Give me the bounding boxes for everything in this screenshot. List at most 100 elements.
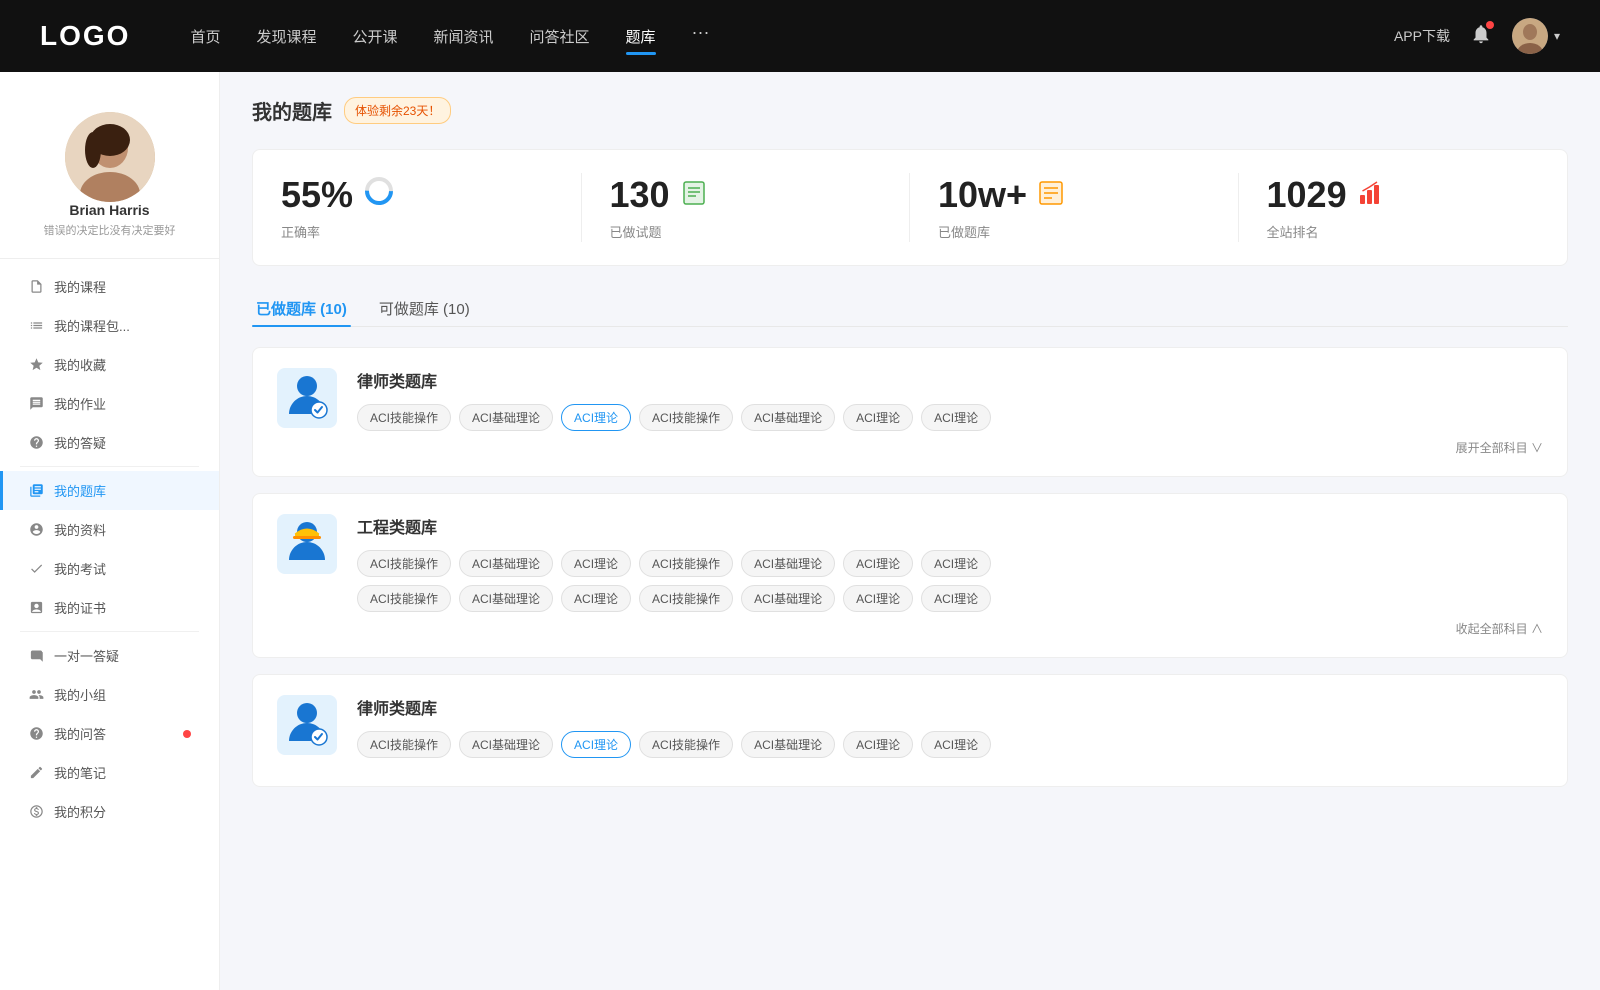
nav-more[interactable]: ··· bbox=[692, 22, 710, 51]
stats-row: 55% 正确率 130 bbox=[252, 149, 1568, 266]
sidebar-item-profile[interactable]: 我的资料 bbox=[0, 510, 219, 549]
sidebar-profile: Brian Harris 错误的决定比没有决定要好 bbox=[0, 96, 219, 259]
notification-dot bbox=[1486, 21, 1494, 29]
stat-rank-label: 全站排名 bbox=[1267, 222, 1540, 241]
nav-qa[interactable]: 问答社区 bbox=[530, 22, 590, 51]
tag-1-1[interactable]: ACI基础理论 bbox=[459, 404, 553, 431]
homework-icon bbox=[28, 396, 44, 412]
tag-3-5[interactable]: ACI理论 bbox=[843, 731, 913, 758]
stat-done-banks: 10w+ 已做题库 bbox=[910, 150, 1239, 265]
user-avatar-area[interactable]: ▾ bbox=[1512, 18, 1560, 54]
rank-chart-icon bbox=[1357, 174, 1385, 216]
sidebar-username: Brian Harris bbox=[69, 202, 149, 218]
tags-row-2a: ACI技能操作 ACI基础理论 ACI理论 ACI技能操作 ACI基础理论 AC… bbox=[357, 550, 1543, 577]
stat-done-questions-label: 已做试题 bbox=[610, 222, 883, 241]
sidebar-item-group[interactable]: 我的小组 bbox=[0, 675, 219, 714]
tag-2-5[interactable]: ACI理论 bbox=[843, 550, 913, 577]
stat-accuracy: 55% 正确率 bbox=[253, 150, 582, 265]
qbank-title-3: 律师类题库 bbox=[357, 695, 1543, 719]
tag-2b-3[interactable]: ACI技能操作 bbox=[639, 585, 733, 612]
tag-1-3[interactable]: ACI技能操作 bbox=[639, 404, 733, 431]
sidebar-menu: 我的课程 我的课程包... 我的收藏 我的作业 bbox=[0, 259, 219, 839]
points-icon bbox=[28, 804, 44, 820]
app-download-btn[interactable]: APP下载 bbox=[1394, 26, 1450, 46]
nav-discover[interactable]: 发现课程 bbox=[256, 22, 316, 51]
sidebar: Brian Harris 错误的决定比没有决定要好 我的课程 我的课程包... bbox=[0, 72, 220, 990]
question-circle-icon bbox=[28, 435, 44, 451]
bank-list-icon bbox=[1037, 174, 1065, 216]
nav-open-course[interactable]: 公开课 bbox=[352, 22, 397, 51]
page-title: 我的题库 bbox=[252, 96, 332, 125]
notification-bell[interactable] bbox=[1470, 23, 1492, 50]
sidebar-item-one-on-one[interactable]: 一对一答疑 bbox=[0, 636, 219, 675]
tag-3-2[interactable]: ACI理论 bbox=[561, 731, 631, 758]
logo[interactable]: LOGO bbox=[40, 20, 130, 52]
sidebar-item-course-packages[interactable]: 我的课程包... bbox=[0, 306, 219, 345]
tag-3-6[interactable]: ACI理论 bbox=[921, 731, 991, 758]
sidebar-item-notes[interactable]: 我的笔记 bbox=[0, 753, 219, 792]
tag-2-0[interactable]: ACI技能操作 bbox=[357, 550, 451, 577]
collapse-link-2[interactable]: 收起全部科目 ∧ bbox=[357, 620, 1543, 637]
pie-chart-icon bbox=[363, 174, 395, 216]
stat-rank-number: 1029 bbox=[1267, 174, 1540, 216]
tab-available-banks[interactable]: 可做题库 (10) bbox=[375, 290, 474, 327]
qa-notification-dot bbox=[183, 730, 191, 738]
tag-2-3[interactable]: ACI技能操作 bbox=[639, 550, 733, 577]
tag-2b-0[interactable]: ACI技能操作 bbox=[357, 585, 451, 612]
sidebar-item-courses[interactable]: 我的课程 bbox=[0, 267, 219, 306]
qbank-icon-engineer bbox=[277, 514, 337, 574]
tag-1-0[interactable]: ACI技能操作 bbox=[357, 404, 451, 431]
expand-link-1[interactable]: 展开全部科目 ∨ bbox=[357, 439, 1543, 456]
header: LOGO 首页 发现课程 公开课 新闻资讯 问答社区 题库 ··· APP下载 … bbox=[0, 0, 1600, 72]
tag-3-3[interactable]: ACI技能操作 bbox=[639, 731, 733, 758]
sidebar-item-my-questions[interactable]: 我的问答 bbox=[0, 714, 219, 753]
tag-2b-6[interactable]: ACI理论 bbox=[921, 585, 991, 612]
tag-1-4[interactable]: ACI基础理论 bbox=[741, 404, 835, 431]
tag-2b-1[interactable]: ACI基础理论 bbox=[459, 585, 553, 612]
stat-rank: 1029 全站排名 bbox=[1239, 150, 1568, 265]
stat-accuracy-label: 正确率 bbox=[281, 222, 554, 241]
sidebar-avatar bbox=[65, 112, 155, 202]
exam-icon bbox=[28, 561, 44, 577]
cert-icon bbox=[28, 600, 44, 616]
sidebar-item-favorites[interactable]: 我的收藏 bbox=[0, 345, 219, 384]
tag-1-2[interactable]: ACI理论 bbox=[561, 404, 631, 431]
sidebar-item-homework[interactable]: 我的作业 bbox=[0, 384, 219, 423]
profile-icon bbox=[28, 522, 44, 538]
tag-2b-4[interactable]: ACI基础理论 bbox=[741, 585, 835, 612]
tag-3-1[interactable]: ACI基础理论 bbox=[459, 731, 553, 758]
nav-home[interactable]: 首页 bbox=[190, 22, 220, 51]
sidebar-item-exam[interactable]: 我的考试 bbox=[0, 549, 219, 588]
star-icon bbox=[28, 357, 44, 373]
notes-icon bbox=[28, 765, 44, 781]
tag-2-2[interactable]: ACI理论 bbox=[561, 550, 631, 577]
chevron-down-icon: ▾ bbox=[1554, 29, 1560, 43]
sidebar-item-answers[interactable]: 我的答疑 bbox=[0, 423, 219, 462]
tag-2-1[interactable]: ACI基础理论 bbox=[459, 550, 553, 577]
trial-badge[interactable]: 体验剩余23天！ bbox=[344, 97, 451, 124]
stat-done-banks-label: 已做题库 bbox=[938, 222, 1211, 241]
page-header: 我的题库 体验剩余23天！ bbox=[252, 96, 1568, 125]
qbank-item-2: 工程类题库 ACI技能操作 ACI基础理论 ACI理论 ACI技能操作 ACI基… bbox=[252, 493, 1568, 658]
stat-done-banks-number: 10w+ bbox=[938, 174, 1211, 216]
tag-2b-5[interactable]: ACI理论 bbox=[843, 585, 913, 612]
tag-1-5[interactable]: ACI理论 bbox=[843, 404, 913, 431]
sidebar-item-certificate[interactable]: 我的证书 bbox=[0, 588, 219, 627]
tag-2-4[interactable]: ACI基础理论 bbox=[741, 550, 835, 577]
tag-2b-2[interactable]: ACI理论 bbox=[561, 585, 631, 612]
doc-list-icon bbox=[680, 174, 708, 216]
qbank-title-2: 工程类题库 bbox=[357, 514, 1543, 538]
sidebar-item-points[interactable]: 我的积分 bbox=[0, 792, 219, 831]
qbank-content-3: 律师类题库 ACI技能操作 ACI基础理论 ACI理论 ACI技能操作 ACI基… bbox=[357, 695, 1543, 766]
tab-done-banks[interactable]: 已做题库 (10) bbox=[252, 290, 351, 327]
qbank-title-1: 律师类题库 bbox=[357, 368, 1543, 392]
stat-done-questions: 130 已做试题 bbox=[582, 150, 911, 265]
tag-3-4[interactable]: ACI基础理论 bbox=[741, 731, 835, 758]
tag-2-6[interactable]: ACI理论 bbox=[921, 550, 991, 577]
qa-icon bbox=[28, 726, 44, 742]
nav-bank[interactable]: 题库 bbox=[626, 22, 656, 51]
tag-3-0[interactable]: ACI技能操作 bbox=[357, 731, 451, 758]
sidebar-item-question-bank[interactable]: 我的题库 bbox=[0, 471, 219, 510]
tag-1-6[interactable]: ACI理论 bbox=[921, 404, 991, 431]
nav-news[interactable]: 新闻资讯 bbox=[434, 22, 494, 51]
